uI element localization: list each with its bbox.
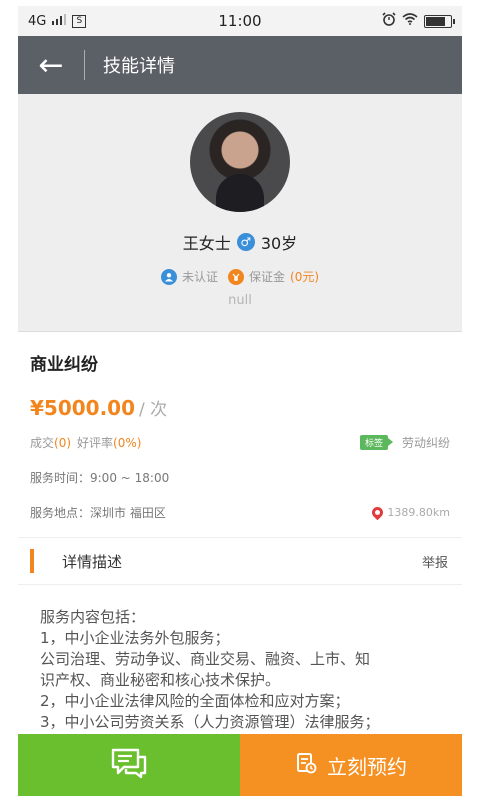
badge-row: 未认证 保证金 (0元) [160,268,319,285]
user-age: 30岁 [260,234,298,253]
desc-line: 1，中小企业法务外包服务； [40,629,230,647]
price: ¥5000.00 [30,396,136,420]
chat-icon [110,747,148,783]
report-button[interactable]: 举报 [422,552,448,571]
back-button[interactable]: ← [18,36,84,94]
price-unit: / 次 [139,400,168,420]
accent-bar [30,549,34,573]
status-left: 4G S [28,13,87,29]
desc-line: 2，中小企业法律风险的全面体检和应对方案； [40,692,350,710]
tag-value: 劳动纠纷 [401,436,450,450]
book-now-button[interactable]: 立刻预约 [240,734,462,796]
details-title: 详情描述 [62,552,123,571]
details-description: 服务内容包括： 1，中小企业法务外包服务； 公司治理、劳动争议、商业交易、融资、… [18,585,462,733]
sim-icon: S [72,14,87,28]
user-name: 王女士 [182,234,231,253]
location-pin-icon [370,504,386,521]
desc-line: 识产权、商业秘密和核心技术保护。 [40,671,281,689]
deposit-label: 保证金 [249,270,286,284]
desc-line: 服务内容包括： [40,608,146,626]
signal-indicator: 4G [28,13,47,29]
desc-line: 公司治理、劳动争议、商业交易、融资、上市、知 [40,650,371,668]
distance[interactable]: 1389.80km [370,504,450,521]
bottom-action-bar: 立刻预约 [18,734,462,796]
gender-icon: ♂ [236,233,255,251]
user-icon [160,268,177,285]
desc-line: 3，中小公司劳资关系（人力资源管理）法律服务； [40,713,380,731]
service-time-row: 服务时间：9:00 ~ 18:00 [30,469,450,486]
user-bio: null [228,293,252,308]
service-title: 商业纠纷 [30,355,98,375]
verify-label: 未认证 [181,270,218,284]
status-right [382,12,455,30]
deals-label: 成交 [30,436,55,450]
rating-label: 好评率 [77,436,114,450]
details-header: 详情描述 举报 [18,537,462,585]
battery-icon [424,14,455,28]
price-row: ¥5000.00 / 次 [30,395,450,420]
stats-row: 成交 (0) 好评率 (0%) 标签 劳动纠纷 [30,434,450,451]
deposit-icon [228,268,244,285]
page-title: 技能详情 [103,56,175,77]
deals-value: (0) [54,435,72,450]
deposit-amount: (0元) [290,270,320,284]
service-info: 商业纠纷 ¥5000.00 / 次 成交 (0) 好评率 (0%) 标签 劳动纠… [18,350,462,521]
rating-value: (0%) [113,435,142,450]
wifi-icon [402,13,418,29]
booking-icon [295,752,317,779]
tag-badge: 标签 [359,435,394,450]
service-location: 服务地点：深圳市 福田区 [30,506,166,520]
verify-badge: 未认证 [160,268,218,285]
signal-bars-icon [52,13,67,29]
back-arrow-icon: ← [38,47,64,83]
title-divider [84,50,85,80]
app-screen: 4G S 11:00 ← 技能详情 王女士 ♂ 30岁 未认证 保证金 (0元)… [18,6,462,796]
status-bar: 4G S 11:00 [18,6,462,36]
distance-value: 1389.80km [387,506,450,519]
deposit-badge: 保证金 (0元) [228,268,319,285]
profile-card: 王女士 ♂ 30岁 未认证 保证金 (0元) null [18,94,462,332]
chat-button[interactable] [18,734,240,796]
avatar[interactable] [190,112,290,212]
service-location-row: 服务地点：深圳市 福田区 1389.80km [30,504,450,521]
alarm-icon [382,12,396,30]
category-tag: 标签 劳动纠纷 [359,434,450,451]
name-row: 王女士 ♂ 30岁 [183,230,297,254]
service-time: 服务时间：9:00 ~ 18:00 [30,471,170,485]
title-bar: ← 技能详情 [18,36,462,94]
book-now-label: 立刻预约 [327,754,407,779]
